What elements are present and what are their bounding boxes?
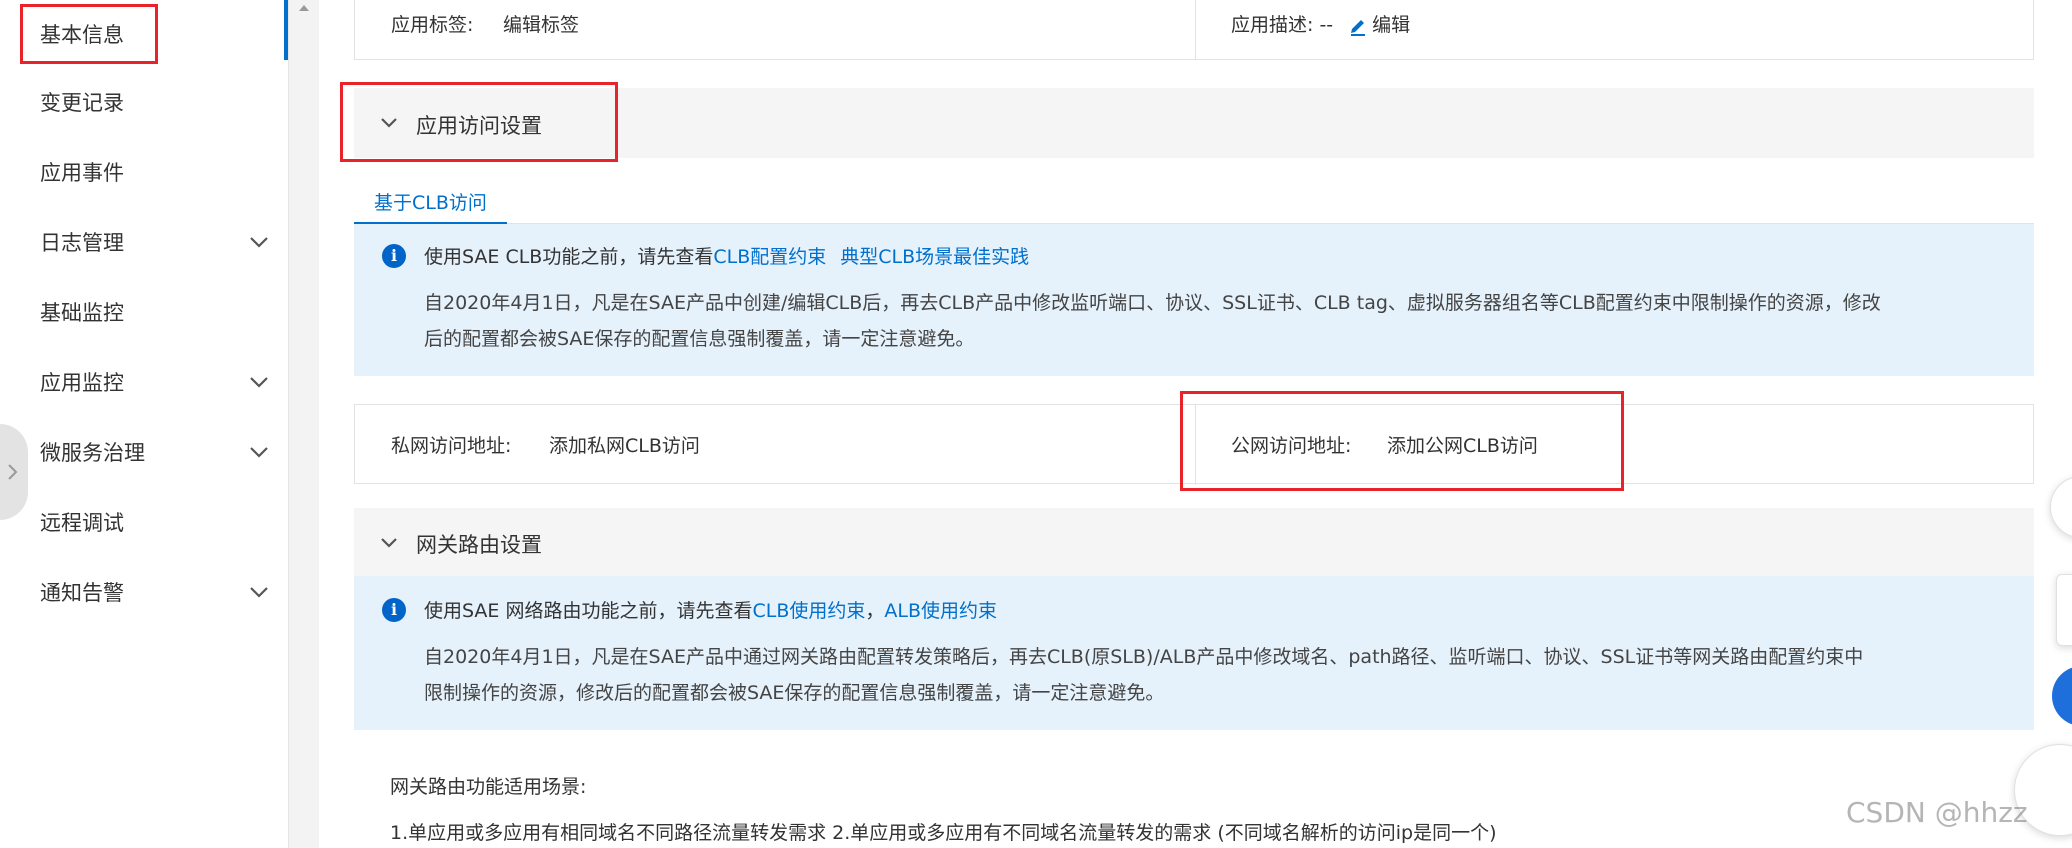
highlight-box [20, 4, 158, 64]
sidebar-item-basic-monitoring[interactable]: 基础监控 [0, 278, 288, 348]
sidebar-item-change-records[interactable]: 变更记录 [0, 68, 288, 138]
divider [1195, 0, 1196, 60]
alb-usage-constraint-link[interactable]: ALB使用约束 [884, 600, 997, 622]
sidebar-item-label: 通知告警 [40, 581, 124, 605]
scenario-description: 1.单应用或多应用有相同域名不同路径流量转发需求 2.单应用或多应用有不同域名流… [390, 822, 1497, 844]
sidebar-item-label: 应用事件 [40, 161, 124, 185]
chevron-down-icon [250, 377, 268, 388]
private-address-label: 私网访问地址: [391, 435, 512, 457]
chevron-down-icon [381, 538, 397, 548]
watermark: CSDN @hhzz [1846, 796, 2028, 829]
sidebar-item-notifications[interactable]: 通知告警 [0, 558, 288, 628]
info-icon: i [382, 244, 406, 268]
gateway-section-header[interactable]: 网关路由设置 [354, 508, 2034, 576]
edit-tags-link[interactable]: 编辑标签 [503, 10, 579, 37]
notice-text: 使用SAE CLB功能之前，请先查看 [424, 246, 714, 268]
clb-notice-box: i 使用SAE CLB功能之前，请先查看CLB配置约束 典型CLB场景最佳实践 自… [354, 224, 2034, 376]
sidebar-item-label: 应用监控 [40, 371, 124, 395]
app-tags-label: 应用标签: [391, 14, 474, 36]
floating-button[interactable] [2050, 476, 2072, 538]
clb-constraint-link[interactable]: CLB配置约束 [713, 246, 826, 268]
app-desc-label: 应用描述: -- [1231, 14, 1334, 36]
edit-desc-link: 编辑 [1372, 14, 1411, 36]
edit-desc-button[interactable]: 编辑 [1349, 10, 1410, 37]
notice-text: 使用SAE 网络路由功能之前，请先查看 [424, 600, 753, 622]
clb-notice-headline: 使用SAE CLB功能之前，请先查看CLB配置约束 典型CLB场景最佳实践 [424, 242, 1029, 269]
chevron-down-icon [250, 237, 268, 248]
chevron-down-icon [250, 447, 268, 458]
sidebar: 基本信息 变更记录 应用事件 日志管理 基础监控 应用监控 微服务治理 远程调试… [0, 0, 289, 848]
scrollbar[interactable] [289, 0, 319, 848]
gateway-notice-line-2: 限制操作的资源，修改后的配置都会被SAE保存的配置信息强制覆盖，请一定注意避免。 [424, 682, 1165, 704]
gateway-notice-box: i 使用SAE 网络路由功能之前，请先查看CLB使用约束，ALB使用约束 自20… [354, 576, 2034, 730]
sidebar-item-remote-debug[interactable]: 远程调试 [0, 488, 288, 558]
sidebar-collapse-handle[interactable] [0, 424, 28, 520]
notice-separator: ， [865, 600, 885, 622]
pencil-icon [1351, 19, 1365, 36]
chevron-down-icon [250, 587, 268, 598]
add-private-clb-link[interactable]: 添加私网CLB访问 [549, 431, 700, 458]
section-title: 网关路由设置 [416, 533, 542, 557]
sidebar-item-app-monitoring[interactable]: 应用监控 [0, 348, 288, 418]
sidebar-item-label: 微服务治理 [40, 441, 145, 465]
sidebar-item-label: 基础监控 [40, 301, 124, 325]
tab-clb-access[interactable]: 基于CLB访问 [354, 186, 507, 225]
clb-notice-line-1: 自2020年4月1日，凡是在SAE产品中创建/编辑CLB后，再去CLB产品中修改… [424, 292, 1881, 314]
chevron-right-icon [8, 464, 18, 480]
highlight-box [340, 82, 618, 162]
sidebar-item-label: 日志管理 [40, 231, 124, 255]
sidebar-item-label: 变更记录 [40, 91, 124, 115]
active-indicator [284, 0, 288, 60]
sidebar-item-microservice-governance[interactable]: 微服务治理 [0, 418, 288, 488]
sidebar-item-log-management[interactable]: 日志管理 [0, 208, 288, 278]
clb-usage-constraint-link[interactable]: CLB使用约束 [752, 600, 865, 622]
gateway-notice-headline: 使用SAE 网络路由功能之前，请先查看CLB使用约束，ALB使用约束 [424, 596, 997, 623]
sidebar-item-app-events[interactable]: 应用事件 [0, 138, 288, 208]
clb-best-practice-link[interactable]: 典型CLB场景最佳实践 [840, 246, 1029, 268]
app-info-card: 应用标签: 编辑标签 应用描述: -- 编辑 [354, 0, 2034, 60]
info-icon: i [382, 598, 406, 622]
clb-notice-line-2: 后的配置都会被SAE保存的配置信息强制覆盖，请一定注意避免。 [424, 328, 975, 350]
floating-panel[interactable] [2056, 574, 2072, 646]
scroll-up-icon [299, 5, 309, 11]
floating-action-button[interactable] [2052, 666, 2072, 726]
scenario-title: 网关路由功能适用场景: [390, 776, 587, 798]
sidebar-item-label: 远程调试 [40, 511, 124, 535]
gateway-notice-line-1: 自2020年4月1日，凡是在SAE产品中通过网关路由配置转发策略后，再去CLB(… [424, 646, 1864, 668]
highlight-box [1180, 391, 1624, 491]
tab-label: 基于CLB访问 [374, 192, 487, 214]
